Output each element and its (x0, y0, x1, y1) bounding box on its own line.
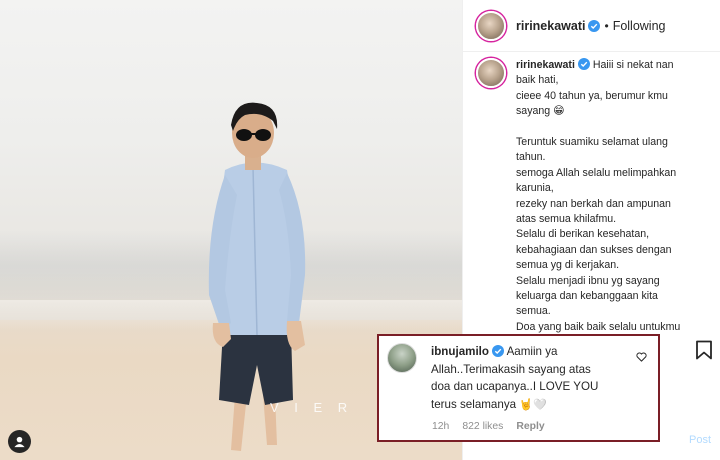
caption-text: sayang (516, 105, 551, 118)
comment-text: ibnujamilo Aamiin ya Allah..Terimakasih … (431, 343, 631, 413)
post-header: ririnekawati • Following (463, 0, 720, 52)
grin-emoji: 😁 (553, 105, 565, 118)
comment-line-text: Aamiin ya (506, 345, 558, 358)
caption-line: ririnekawati Haiii si nekat nan (516, 58, 680, 73)
caption-text: Haiii si nekat nan (592, 59, 674, 71)
comment-line-text: terus selamanya (431, 397, 517, 411)
user-tag-icon (14, 436, 25, 448)
separator-dot: • (604, 18, 609, 33)
caption-line: Selalu menjadi ibnu yg sayang (516, 274, 660, 287)
caption-line: tahun. (516, 151, 546, 164)
commenter-username[interactable]: ibnujamilo (431, 345, 489, 358)
user-tag-button[interactable] (8, 430, 31, 453)
heart-icon[interactable] (636, 352, 647, 362)
caption-line: cieee 40 tahun ya, berumur kmu (516, 89, 668, 102)
caption-line: atas semua khilafmu. (516, 213, 617, 226)
comment-time[interactable]: 12h (432, 421, 449, 432)
caption-author-avatar[interactable] (476, 58, 506, 88)
comment-likes[interactable]: 822 likes (462, 421, 503, 432)
commenter-avatar[interactable] (387, 343, 417, 373)
author-avatar[interactable] (476, 10, 506, 41)
comment-line: ibnujamilo Aamiin ya (431, 345, 557, 358)
bookmark-icon[interactable] (695, 340, 713, 360)
author-username[interactable]: ririnekawati (516, 19, 585, 33)
caption-line: kebahagiaan dan sukses dengan (516, 243, 672, 256)
following-button[interactable]: Following (613, 19, 666, 33)
caption-line: Teruntuk suamiku selamat ulang (516, 136, 668, 149)
verified-badge-icon (577, 58, 590, 70)
caption-line: keluarga dan kebanggaan kita (516, 290, 658, 303)
reply-button[interactable]: Reply (516, 421, 544, 432)
caption-line: semua. (516, 305, 551, 318)
comment-meta: 12h 822 likes Reply (432, 421, 545, 432)
comment-line: terus selamanya 🤘🤍 (431, 398, 547, 411)
caption-line: baik hati, (516, 74, 559, 87)
caption-line: karunia, (516, 182, 554, 195)
caption-line: semoga Allah selalu melimpahkan (516, 166, 677, 179)
caption-line: Selalu di berikan kesehatan, (516, 228, 650, 241)
verified-badge-icon (588, 19, 601, 32)
verified-badge-icon (491, 345, 504, 357)
photo-watermark: V I E R (270, 400, 354, 415)
post-button[interactable]: Post (689, 434, 711, 446)
post-caption: ririnekawati Haiii si nekat nan baik hat… (476, 58, 716, 351)
love-emoji: 🤘🤍 (519, 398, 547, 411)
caption-line: Doa yang baik baik selalu untukmu (516, 320, 681, 333)
comment-line: doa dan ucapanya..I LOVE YOU (431, 380, 599, 393)
caption-line: rezeky nan berkah dan ampunan (516, 197, 671, 210)
caption-line: semua yg di kerjakan. (516, 259, 620, 272)
caption-line: sayang 😁 (516, 104, 680, 119)
highlighted-comment: ibnujamilo Aamiin ya Allah..Terimakasih … (377, 334, 660, 442)
comment-line: Allah..Terimakasih sayang atas (431, 362, 591, 376)
caption-username[interactable]: ririnekawati (516, 59, 575, 71)
